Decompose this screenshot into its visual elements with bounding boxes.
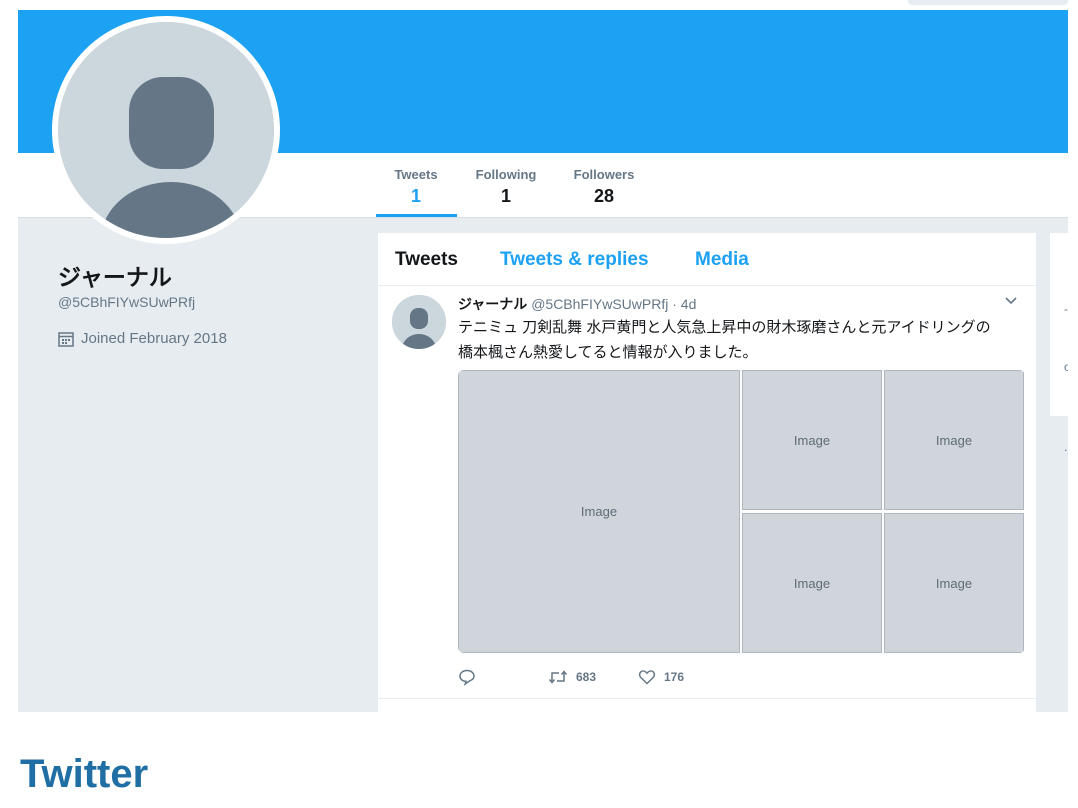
tweet-text-line-2: 橋本楓さん熱愛してると情報が入りました。 xyxy=(458,344,758,361)
like-count: 176 xyxy=(664,670,685,684)
stat-tweets-value: 1 xyxy=(410,186,421,206)
page: { "banner": { "color": "#1da1f2" }, "pro… xyxy=(0,0,1078,808)
stat-tweets[interactable]: Tweets 1 xyxy=(394,167,438,207)
retweet-icon xyxy=(548,670,568,684)
side-panel-mark-1: - xyxy=(1064,302,1068,316)
tweet-author-name[interactable]: ジャーナル xyxy=(458,296,527,312)
tweet-header: ジャーナル @5CBhFIYwSUwPRfj · 4d xyxy=(458,294,696,314)
stat-following[interactable]: Following 1 xyxy=(473,167,539,207)
calendar-icon xyxy=(58,331,74,347)
tab-tweets[interactable]: Tweets xyxy=(395,249,458,271)
top-search-edge xyxy=(908,0,1068,5)
tweet-author-avatar[interactable] xyxy=(392,295,446,349)
tweet-card[interactable]: ジャーナル @5CBhFIYwSUwPRfj · 4d テニミュ 刀剣乱舞 水戸… xyxy=(378,286,1036,699)
reply-button[interactable] xyxy=(458,668,476,686)
retweet-count: 683 xyxy=(576,670,597,684)
tweet-media-grid: Image Image Image Image Image xyxy=(458,370,1025,653)
profile-name: ジャーナル xyxy=(58,264,172,290)
tweet-text-line-1: テニミュ 刀剣乱舞 水戸黄門と人気急上昇中の財木琢磨さんと元アイドリングの xyxy=(458,319,991,336)
side-panel-mark-3: . xyxy=(1064,440,1068,454)
tweet-photo-3[interactable]: Image xyxy=(884,370,1024,510)
tweet-author-handle[interactable]: @5CBhFIYwSUwPRfj xyxy=(531,296,668,312)
profile-joined-row: Joined February 2018 xyxy=(58,330,227,347)
tweet-more-button[interactable] xyxy=(1004,294,1018,313)
tweet-actions: 683 176 xyxy=(458,668,998,692)
side-panel-mark-2: o xyxy=(1064,360,1068,374)
stat-followers-label: Followers xyxy=(573,167,635,182)
tweet-text: テニミュ 刀剣乱舞 水戸黄門と人気急上昇中の財木琢磨さんと元アイドリングの 橋本… xyxy=(458,315,1018,365)
tweet-photo-1[interactable]: Image xyxy=(458,370,740,653)
timeline-tabs: Tweets Tweets & replies Media xyxy=(378,233,1036,286)
twitter-profile-screenshot: Tweets 1 Following 1 Followers 28 ジャーナル … xyxy=(18,0,1068,712)
tweet-photo-4[interactable]: Image xyxy=(742,513,882,653)
tweet-time[interactable]: · 4d xyxy=(672,296,696,312)
default-user-avatar-icon xyxy=(392,295,446,349)
profile-handle[interactable]: @5CBhFIYwSUwPRfj xyxy=(58,294,195,310)
like-button[interactable]: 176 xyxy=(638,668,684,686)
footer-title: Twitter xyxy=(20,752,149,796)
tab-tweets-and-replies[interactable]: Tweets & replies xyxy=(500,249,649,271)
timeline-panel: Tweets Tweets & replies Media ジャーナル @5CB… xyxy=(378,233,1036,712)
stat-following-label: Following xyxy=(475,167,537,182)
profile-avatar[interactable] xyxy=(52,16,280,244)
chevron-down-icon xyxy=(1005,297,1017,305)
default-user-avatar-icon xyxy=(58,22,274,238)
reply-icon xyxy=(459,669,475,686)
tweet-photo-5[interactable]: Image xyxy=(884,513,1024,653)
tab-media[interactable]: Media xyxy=(695,249,749,271)
stat-followers-value: 28 xyxy=(593,186,615,206)
tweet-photo-2[interactable]: Image xyxy=(742,370,882,510)
stat-followers[interactable]: Followers 28 xyxy=(572,167,636,207)
profile-joined-text: Joined February 2018 xyxy=(81,330,227,347)
heart-icon xyxy=(638,670,656,685)
stat-following-value: 1 xyxy=(500,186,511,206)
active-stat-underline xyxy=(376,214,457,217)
retweet-button[interactable]: 683 xyxy=(548,668,596,686)
right-side-panel-edge xyxy=(1050,233,1068,416)
stat-tweets-label: Tweets xyxy=(394,167,438,182)
